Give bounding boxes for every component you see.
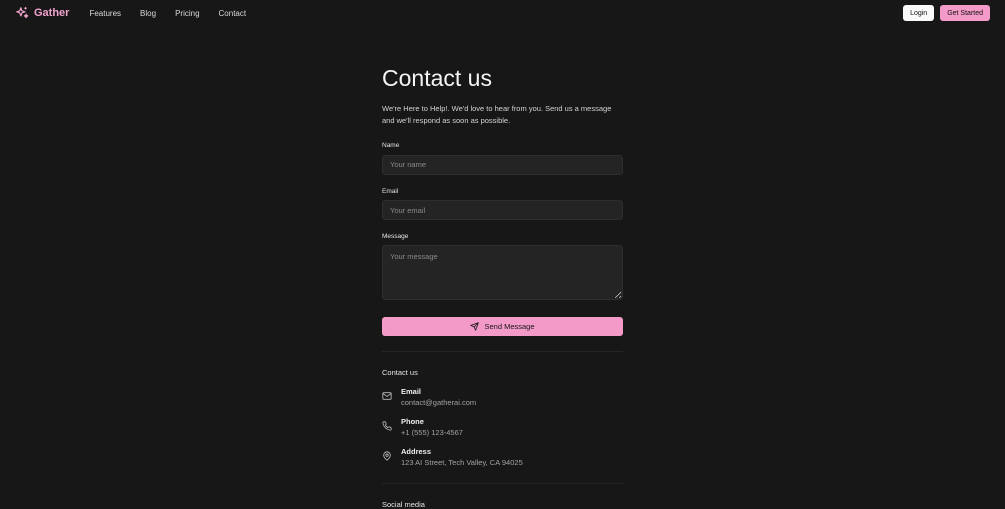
page-intro: We're Here to Help!. We'd love to hear f… xyxy=(382,104,612,125)
contact-item-label: Address xyxy=(401,447,432,456)
send-message-button[interactable]: Send Message xyxy=(382,317,623,336)
divider xyxy=(382,483,623,484)
send-message-label: Send Message xyxy=(484,322,535,331)
name-label: Name xyxy=(382,142,400,149)
sparkles-icon xyxy=(16,7,29,19)
contact-form: Name Email Message Send Message xyxy=(382,142,623,336)
message-field-group: Message xyxy=(382,233,623,305)
contact-item-phone: Phone +1 (555) 123-4567 xyxy=(382,417,623,438)
send-icon xyxy=(470,322,480,331)
contact-item-label: Phone xyxy=(401,417,424,426)
top-nav: Gather Features Blog Pricing Contact Log… xyxy=(0,0,1005,26)
nav-link-contact[interactable]: Contact xyxy=(219,9,247,18)
nav-link-features[interactable]: Features xyxy=(89,9,121,18)
phone-icon xyxy=(382,421,392,431)
nav-link-pricing[interactable]: Pricing xyxy=(175,9,199,18)
name-field-group: Name xyxy=(382,142,623,175)
nav-link-blog[interactable]: Blog xyxy=(140,9,156,18)
nav-actions: Login Get Started xyxy=(903,5,990,21)
contact-page: Contact us We're Here to Help!. We'd lov… xyxy=(382,64,623,509)
message-textarea[interactable] xyxy=(382,245,623,300)
email-field-group: Email xyxy=(382,187,623,220)
email-input[interactable] xyxy=(382,200,623,220)
mail-icon xyxy=(382,392,392,400)
page-title: Contact us xyxy=(382,65,492,91)
nav-links: Features Blog Pricing Contact xyxy=(89,9,246,18)
contact-item-address: Address 123 AI Street, Tech Valley, CA 9… xyxy=(382,447,623,468)
email-address[interactable]: contact@gatherai.com xyxy=(401,397,476,408)
email-label: Email xyxy=(382,187,399,195)
contact-item-label: Email xyxy=(401,387,422,396)
map-pin-icon xyxy=(383,451,391,461)
divider xyxy=(382,351,623,352)
social-media-title: Social media xyxy=(382,500,425,509)
brand[interactable]: Gather xyxy=(15,6,69,20)
contact-info-title: Contact us xyxy=(382,368,418,377)
contact-info: Contact us Email contact@gatherai.com Ph… xyxy=(382,368,623,468)
brand-name: Gather xyxy=(34,7,70,19)
message-label: Message xyxy=(382,233,409,240)
contact-item-email: Email contact@gatherai.com xyxy=(382,387,623,408)
get-started-button[interactable]: Get Started xyxy=(940,5,990,21)
street-address: 123 AI Street, Tech Valley, CA 94025 xyxy=(401,458,523,467)
phone-number[interactable]: +1 (555) 123-4567 xyxy=(401,427,463,438)
login-button[interactable]: Login xyxy=(903,5,935,21)
name-input[interactable] xyxy=(382,154,623,175)
